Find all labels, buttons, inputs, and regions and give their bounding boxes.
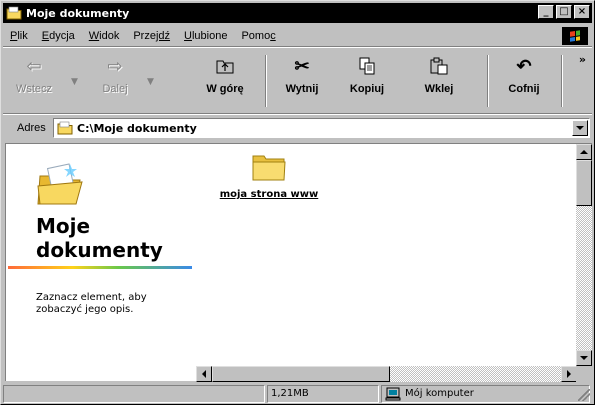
menu-pomoc-accel: c [270,30,276,42]
undo-icon: ↶ [516,55,532,76]
menu-bar: Plik Edycja Widok Przejdź Ulubione Pomoc [3,27,592,45]
forward-dropdown-icon[interactable]: ▼ [147,77,154,87]
resize-grip-icon[interactable] [578,389,590,401]
menu-widok-label: idok [99,30,120,42]
menu-przejdz-label: Prze [133,30,156,42]
paste-label: Wklej [424,83,454,95]
address-label: Adres [17,122,46,134]
folder-item[interactable]: moja strona www [214,150,324,200]
window-title: Moje dokumenty [26,6,130,20]
divider [3,113,592,115]
chevron-up-icon [580,150,588,154]
folder-icon [6,6,22,20]
menu-widok[interactable]: Widok [82,30,127,42]
horizontal-scroll-thumb[interactable] [212,366,390,382]
chevron-down-icon [576,126,584,130]
address-value: C:\Moje dokumenty [77,121,197,135]
folder-item-label: moja strona www [219,189,319,200]
chevron-more-icon[interactable]: » [579,53,586,66]
copy-label: Kopiuj [349,83,385,95]
forward-label: Dalej [102,83,128,95]
cut-label: Wytnij [285,83,319,95]
scroll-down-button[interactable] [576,350,592,366]
scroll-up-button[interactable] [576,144,592,160]
toolbar-separator [487,55,489,107]
paste-icon [430,53,448,79]
scissors-icon: ✂ [294,55,310,76]
scroll-left-button[interactable] [196,366,212,382]
menu-przejdz[interactable]: Przejdź [126,30,177,42]
pane-title-line2: dokumenty [36,238,163,262]
pane-title-line1: Moje [36,214,91,238]
toolbar: ⇦ Wstecz ▼ ⇨ Dalej ▼ W górę ✂ Wytnij Kop… [3,49,592,113]
menu-edycja-accel: E [41,30,50,42]
pane-description-line1: Zaznacz element, aby [36,292,147,303]
horizontal-scrollbar[interactable] [196,366,577,382]
status-panel-info [3,385,265,403]
vertical-scroll-thumb[interactable] [576,160,592,206]
menu-ulubione-label: lubione [191,30,228,42]
status-location-label: Mój komputer [405,388,474,399]
chevron-down-icon [580,356,588,360]
scroll-right-button[interactable] [561,366,577,382]
up-folder-icon [216,53,234,79]
back-arrow-icon: ⇦ [26,55,42,76]
address-bar: Adres C:\Moje dokumenty [3,117,592,139]
address-input[interactable]: C:\Moje dokumenty [53,118,590,138]
menu-widok-accel: W [88,30,100,42]
menu-plik[interactable]: Plik [3,30,35,42]
windows-logo-icon [562,27,588,45]
pane-title: Moje dokumenty [36,214,163,262]
maximize-button[interactable]: □ [556,5,572,19]
chevron-left-icon [202,370,206,378]
chevron-right-icon [567,370,571,378]
up-label: W górę [206,83,244,95]
status-bar: 1,21MB Mój komputer [3,385,592,403]
menu-ulubione[interactable]: Ulubione [177,30,234,42]
vertical-scrollbar[interactable] [576,144,592,366]
address-dropdown-button[interactable] [572,120,588,136]
paste-button[interactable]: Wklej [415,53,463,109]
copy-button[interactable]: Kopiuj [343,53,391,109]
menu-pomoc-label: Pomo [241,30,271,42]
computer-icon [385,387,401,401]
status-size: 1,21MB [267,385,379,403]
forward-arrow-icon: ⇨ [107,55,123,76]
menu-edycja-label: dycja [49,30,75,42]
divider [3,46,592,48]
menu-edycja[interactable]: Edycja [35,30,82,42]
status-location: Mój komputer [381,385,590,403]
gradient-divider [8,266,192,269]
undo-button[interactable]: ↶ Cofnij [501,53,547,109]
toolbar-separator [265,55,267,107]
menu-przejdz-accel: jdź [155,30,171,42]
back-button[interactable]: ⇦ Wstecz [9,53,59,109]
cut-button[interactable]: ✂ Wytnij [279,53,325,109]
menu-pomoc[interactable]: Pomoc [234,30,282,42]
pane-description: Zaznacz element, aby zobaczyć jego opis. [36,292,147,316]
explorer-window: Moje dokumenty _ □ × Plik Edycja Widok P… [0,0,595,405]
documents-folder-icon [36,162,86,209]
up-button[interactable]: W górę [199,53,251,109]
forward-button[interactable]: ⇨ Dalej [95,53,135,109]
minimize-button[interactable]: _ [538,5,554,19]
menu-ulubione-accel: U [184,30,192,42]
copy-icon [359,53,375,79]
folder-icon [251,150,287,185]
toolbar-separator [561,55,563,107]
web-view-pane: Moje dokumenty Zaznacz element, aby zoba… [6,144,196,364]
title-bar[interactable]: Moje dokumenty _ □ × [3,3,592,23]
back-label: Wstecz [15,83,53,95]
back-dropdown-icon[interactable]: ▼ [71,77,78,87]
menu-plik-label: lik [17,30,28,42]
scrollbar-corner [576,366,592,382]
close-button[interactable]: × [574,5,590,19]
folder-icon [57,121,73,135]
pane-description-line2: zobaczyć jego opis. [36,304,134,315]
undo-label: Cofnij [508,83,540,95]
folder-view: Moje dokumenty Zaznacz element, aby zoba… [5,143,592,382]
